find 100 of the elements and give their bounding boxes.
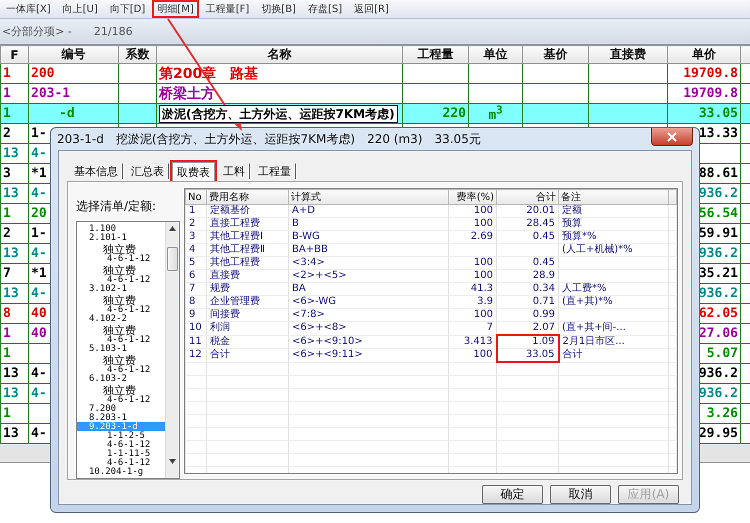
list-label: 选择清单/定额: bbox=[76, 198, 158, 215]
table-cell: <6>-WG bbox=[292, 296, 336, 308]
column-header[interactable]: 名称 bbox=[156, 46, 402, 64]
column-header[interactable]: 费率(%) bbox=[448, 190, 496, 204]
list-item[interactable]: 独立费 bbox=[77, 353, 165, 365]
list-item[interactable]: 1-1-2-5 bbox=[77, 431, 165, 440]
tab[interactable]: 取费表 bbox=[172, 162, 215, 182]
down-arrow-icon[interactable] bbox=[169, 459, 176, 464]
tab[interactable]: 汇总表 bbox=[126, 163, 169, 179]
column-header[interactable]: 单位 bbox=[468, 46, 522, 64]
table-cell: 1.09 bbox=[532, 336, 554, 348]
table-cell: 定额 bbox=[562, 205, 582, 217]
table-cell: <6>+<9:11> bbox=[292, 349, 363, 362]
list-item[interactable]: 独立费 bbox=[77, 383, 165, 395]
menu-item[interactable]: 返回[R] bbox=[349, 0, 394, 18]
table-cell: 5.07 bbox=[706, 346, 738, 362]
list-item[interactable]: 7.200 bbox=[77, 404, 165, 413]
menu-item[interactable]: 切换[B] bbox=[256, 0, 301, 18]
tab[interactable]: 基本信息 bbox=[69, 163, 123, 179]
menu-item[interactable]: 一体库[X] bbox=[1, 0, 56, 18]
table-cell: 20.01 bbox=[526, 205, 555, 217]
table-cell: B bbox=[292, 218, 299, 230]
list-item[interactable]: 4-6-1-12 bbox=[77, 305, 165, 314]
table-cell: <7:8> bbox=[292, 309, 325, 321]
table-cell: *1 bbox=[31, 266, 47, 282]
table-cell: (直+其)*% bbox=[562, 296, 613, 308]
list-item[interactable]: 5.103-1 bbox=[77, 344, 165, 353]
close-button[interactable] bbox=[651, 128, 693, 146]
column-header[interactable]: No bbox=[186, 190, 206, 204]
scrollbar[interactable] bbox=[165, 222, 179, 478]
list-item[interactable]: 4-6-1-12 bbox=[77, 275, 165, 284]
table-cell: (人工+机械)*% bbox=[562, 244, 633, 256]
table-cell: 936.2 bbox=[698, 286, 738, 302]
table-cell: 100 bbox=[474, 205, 493, 217]
list-item[interactable]: 独立费 bbox=[77, 323, 165, 335]
list-item[interactable]: 8.203-1 bbox=[77, 413, 165, 422]
column-header[interactable]: F bbox=[0, 46, 28, 64]
list-item[interactable]: 4-6-1-12 bbox=[77, 335, 165, 344]
table-cell: 2 bbox=[3, 126, 11, 142]
list-item[interactable]: 4-6-1-12 bbox=[77, 365, 165, 374]
column-header[interactable]: 工程量 bbox=[402, 46, 468, 64]
table-cell: 桥梁土方 bbox=[159, 86, 215, 102]
list-item[interactable]: 2.101-1 bbox=[77, 233, 165, 242]
table-cell: 56.54 bbox=[698, 206, 738, 222]
list-item[interactable]: 10.204-1-g bbox=[77, 467, 165, 476]
table-cell: 100 bbox=[474, 309, 493, 321]
table-cell: 合计 bbox=[562, 349, 582, 362]
list-item[interactable]: 独立费 bbox=[77, 242, 165, 254]
list-item[interactable]: 6.103-2 bbox=[77, 374, 165, 383]
table-cell: 1 bbox=[3, 106, 11, 122]
menu-item[interactable]: 明细[M] bbox=[152, 0, 199, 18]
table-cell: 1 bbox=[3, 66, 11, 81]
column-header[interactable]: 基价 bbox=[522, 46, 588, 64]
table-cell: 100 bbox=[473, 349, 492, 362]
list-item[interactable]: 4-6-1-12 bbox=[77, 440, 165, 449]
table-cell: 2月1日市区... bbox=[562, 336, 625, 348]
list-item[interactable]: 4-6-1-12 bbox=[77, 254, 165, 263]
table-cell: m$^{3}$ bbox=[488, 108, 503, 123]
menu-item[interactable]: 存盘[S] bbox=[302, 0, 348, 18]
dialog-button[interactable]: 确定 bbox=[482, 485, 543, 504]
list-item[interactable]: 3.102-1 bbox=[77, 284, 165, 293]
table-cell: <6>+<8> bbox=[292, 322, 347, 334]
column-header[interactable]: 系数 bbox=[118, 46, 156, 64]
table-row[interactable]: 1 203-1 桥梁土方 19709.8 bbox=[0, 84, 750, 104]
table-cell: 4- bbox=[31, 386, 47, 402]
table-cell: 12 bbox=[189, 349, 202, 362]
tab[interactable]: 工程量 bbox=[253, 163, 296, 179]
table-cell: 其他工程费Ⅱ bbox=[210, 244, 265, 256]
table-cell: 3.9 bbox=[477, 296, 493, 308]
table-cell: 预算 bbox=[562, 218, 582, 230]
up-arrow-icon[interactable] bbox=[169, 226, 176, 231]
table-row[interactable]: 1 -d 淤泥(含挖方、土方外运、运距按7KM考虑) 220 m$^{3}$ 33.05 bbox=[0, 104, 750, 124]
column-header[interactable]: 费用名称 bbox=[206, 190, 288, 204]
edit-field[interactable]: 淤泥(含挖方、土方外运、运距按7KM考虑) bbox=[159, 104, 398, 123]
table-cell: 13 bbox=[3, 426, 19, 442]
dialog-button[interactable]: 取消 bbox=[550, 485, 611, 504]
column-header[interactable]: 备注 bbox=[558, 190, 668, 204]
column-header[interactable]: 合计 bbox=[496, 190, 558, 204]
list-item[interactable]: 4-6-1-12 bbox=[77, 395, 165, 404]
column-header[interactable]: 编号 bbox=[28, 46, 118, 64]
list-item[interactable]: 1.100 bbox=[77, 224, 165, 233]
scroll-thumb[interactable] bbox=[167, 247, 178, 271]
table-cell: 8 bbox=[189, 296, 196, 308]
tab[interactable]: 工料 bbox=[218, 163, 250, 179]
menu-item[interactable]: 向上[U] bbox=[58, 0, 103, 18]
list-item[interactable]: 独立费 bbox=[77, 263, 165, 275]
menu-item[interactable]: 工程量[F] bbox=[200, 0, 254, 18]
list-item[interactable]: 4.102-2 bbox=[77, 314, 165, 323]
table-cell: 5 bbox=[189, 257, 196, 269]
column-header[interactable]: 计算式 bbox=[288, 190, 448, 204]
table-cell-text: -d bbox=[58, 106, 75, 122]
list-item[interactable]: 独立费 bbox=[77, 293, 165, 305]
list-item[interactable]: 4-6-1-12 bbox=[77, 458, 165, 467]
menu-item[interactable]: 向下[D] bbox=[104, 0, 150, 18]
list-item[interactable]: 1-1-11-5 bbox=[77, 449, 165, 458]
column-header[interactable]: 单价 bbox=[668, 46, 740, 64]
table-cell: 2 bbox=[189, 218, 196, 230]
table-cell: 3.26 bbox=[706, 406, 738, 422]
table-cell: 33.05 bbox=[698, 106, 738, 122]
column-header[interactable]: 直接费 bbox=[588, 46, 668, 64]
